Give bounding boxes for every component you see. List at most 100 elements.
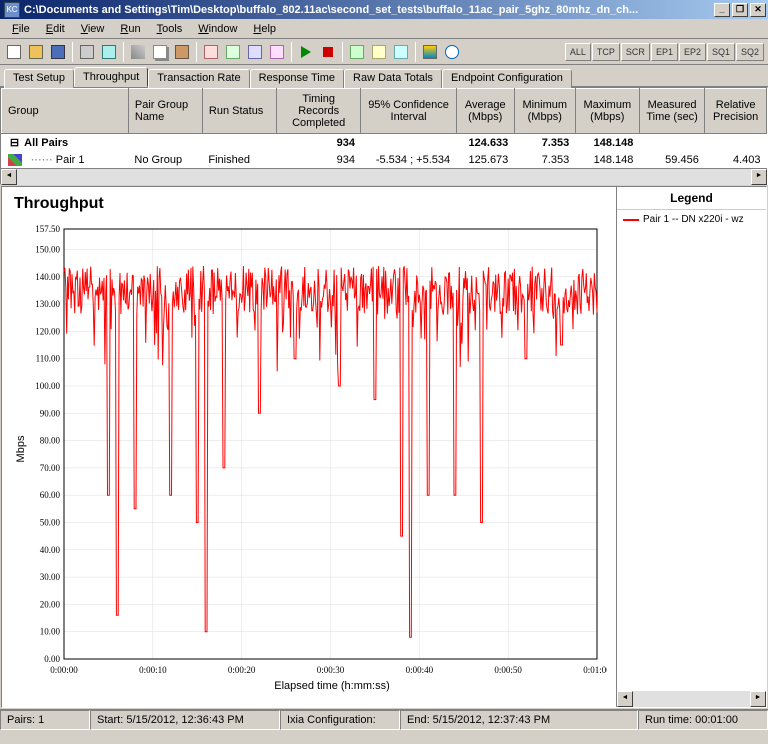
svg-text:Elapsed time (h:mm:ss): Elapsed time (h:mm:ss): [274, 680, 390, 692]
all-pairs-avg: 124.633: [456, 134, 514, 152]
print-icon[interactable]: [77, 42, 97, 62]
svg-text:130.00: 130.00: [35, 299, 60, 309]
scroll-right-icon[interactable]: ►: [750, 691, 766, 707]
menu-file[interactable]: File: [4, 21, 38, 37]
replicate-icon[interactable]: [267, 42, 287, 62]
scroll-track[interactable]: [633, 691, 750, 707]
legend-item-label: Pair 1 -- DN x220i - wz: [643, 214, 744, 225]
tab-endpoint-config[interactable]: Endpoint Configuration: [442, 69, 572, 88]
window-title: C:\Documents and Settings\Tim\Desktop\bu…: [24, 4, 714, 16]
pair1-status: Finished: [202, 151, 276, 168]
track-all[interactable]: ALL: [565, 43, 591, 61]
scroll-right-icon[interactable]: ►: [751, 169, 767, 185]
close-button[interactable]: ✕: [750, 3, 766, 17]
pair1-confidence: -5.534 ; +5.534: [361, 151, 456, 168]
all-pairs-label: All Pairs: [24, 137, 68, 149]
maximize-button[interactable]: ❐: [732, 3, 748, 17]
legend-item-pair1[interactable]: Pair 1 -- DN x220i - wz: [617, 210, 766, 229]
menu-view[interactable]: View: [73, 21, 113, 37]
tab-transaction-rate[interactable]: Transaction Rate: [148, 69, 249, 88]
menu-edit[interactable]: Edit: [38, 21, 73, 37]
tools-icon[interactable]: [369, 42, 389, 62]
legend-hscroll[interactable]: ◄ ►: [617, 691, 766, 707]
track-scr[interactable]: SCR: [621, 43, 650, 61]
col-measured-time[interactable]: Measured Time (sec): [639, 89, 704, 134]
pair1-records: 934: [276, 151, 361, 168]
track-tcp[interactable]: TCP: [592, 43, 620, 61]
edit-pair-icon[interactable]: [223, 42, 243, 62]
connect-icon[interactable]: [347, 42, 367, 62]
options-icon[interactable]: [391, 42, 411, 62]
pair1-time: 59.456: [639, 151, 704, 168]
col-pair-group[interactable]: Pair Group Name: [128, 89, 202, 134]
separator: [123, 42, 124, 62]
svg-text:70.00: 70.00: [40, 463, 61, 473]
menu-run[interactable]: Run: [112, 21, 148, 37]
svg-text:Mbps: Mbps: [15, 435, 27, 462]
svg-text:0:00:30: 0:00:30: [317, 665, 345, 675]
menu-window[interactable]: Window: [190, 21, 245, 37]
tab-response-time[interactable]: Response Time: [250, 69, 344, 88]
cut-icon[interactable]: [128, 42, 148, 62]
menu-help[interactable]: Help: [245, 21, 284, 37]
help-icon[interactable]: [442, 42, 462, 62]
svg-text:0:00:20: 0:00:20: [228, 665, 256, 675]
collapse-icon[interactable]: ⊟: [8, 136, 22, 149]
delete-pair-icon[interactable]: [245, 42, 265, 62]
title-bar: KC C:\Documents and Settings\Tim\Desktop…: [0, 0, 768, 19]
track-sq2[interactable]: SQ2: [736, 43, 764, 61]
col-confidence[interactable]: 95% Confidence Interval: [361, 89, 456, 134]
legend-pane: Legend Pair 1 -- DN x220i - wz ◄ ►: [616, 187, 766, 707]
track-sq1[interactable]: SQ1: [707, 43, 735, 61]
svg-text:140.00: 140.00: [35, 272, 60, 282]
minimize-button[interactable]: _: [714, 3, 730, 17]
paste-icon[interactable]: [172, 42, 192, 62]
separator: [415, 42, 416, 62]
chart-title: Throughput: [14, 195, 104, 213]
svg-text:80.00: 80.00: [40, 436, 61, 446]
scroll-left-icon[interactable]: ◄: [1, 169, 17, 185]
compare-icon[interactable]: [420, 42, 440, 62]
open-icon[interactable]: [26, 42, 46, 62]
col-timing-records[interactable]: Timing Records Completed: [276, 89, 361, 134]
svg-text:0:00:10: 0:00:10: [139, 665, 167, 675]
col-maximum[interactable]: Maximum (Mbps): [575, 89, 639, 134]
tab-test-setup[interactable]: Test Setup: [4, 69, 74, 88]
separator: [72, 42, 73, 62]
legend-title: Legend: [617, 187, 766, 210]
track-buttons: ALL TCP SCR EP1 EP2 SQ1 SQ2: [565, 43, 764, 61]
col-group[interactable]: Group: [2, 89, 129, 134]
scroll-track[interactable]: [17, 169, 751, 185]
track-ep1[interactable]: EP1: [651, 43, 678, 61]
svg-text:0:00:00: 0:00:00: [50, 665, 78, 675]
menu-tools[interactable]: Tools: [149, 21, 191, 37]
new-icon[interactable]: [4, 42, 24, 62]
tab-throughput[interactable]: Throughput: [74, 67, 148, 87]
table-hscroll[interactable]: ◄ ►: [1, 168, 767, 184]
svg-text:20.00: 20.00: [40, 599, 61, 609]
all-pairs-min: 7.353: [514, 134, 575, 152]
col-precision[interactable]: Relative Precision: [705, 89, 767, 134]
tab-raw-data-totals[interactable]: Raw Data Totals: [344, 69, 442, 88]
run-icon[interactable]: [296, 42, 316, 62]
pair-icon: [8, 154, 22, 166]
col-minimum[interactable]: Minimum (Mbps): [514, 89, 575, 134]
svg-text:40.00: 40.00: [40, 545, 61, 555]
col-average[interactable]: Average (Mbps): [456, 89, 514, 134]
track-ep2[interactable]: EP2: [679, 43, 706, 61]
table-row-pair1[interactable]: ⋯⋯ Pair 1 No Group Finished 934 -5.534 ;…: [2, 151, 767, 168]
all-pairs-records: 934: [276, 134, 361, 152]
save-icon[interactable]: [48, 42, 68, 62]
add-pair-icon[interactable]: [201, 42, 221, 62]
separator: [342, 42, 343, 62]
status-bar: Pairs: 1 Start: 5/15/2012, 12:36:43 PM I…: [0, 709, 768, 730]
copy-icon[interactable]: [150, 42, 170, 62]
stop-icon[interactable]: [318, 42, 338, 62]
scroll-left-icon[interactable]: ◄: [617, 691, 633, 707]
col-run-status[interactable]: Run Status: [202, 89, 276, 134]
table-row-all-pairs[interactable]: ⊟ All Pairs 934 124.633 7.353 148.148: [2, 134, 767, 152]
export-icon[interactable]: [99, 42, 119, 62]
chart-area: Throughput 0.0010.0020.0030.0040.0050.00…: [2, 187, 616, 707]
svg-text:60.00: 60.00: [40, 490, 61, 500]
status-pairs: Pairs: 1: [0, 710, 90, 730]
